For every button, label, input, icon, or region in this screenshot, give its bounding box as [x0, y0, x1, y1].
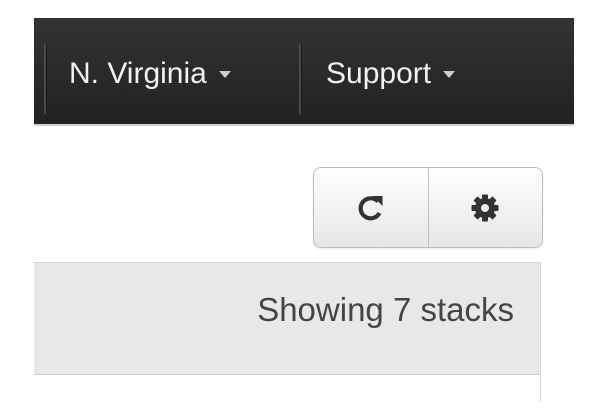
top-nav-bar: N. Virginia Support — [34, 18, 574, 126]
page: N. Virginia Support Showing 7 stacks — [0, 0, 608, 420]
chevron-down-icon — [443, 70, 456, 78]
nav-separator — [44, 44, 46, 114]
table-area — [34, 375, 541, 402]
gear-icon — [469, 192, 501, 224]
settings-button[interactable] — [427, 168, 543, 247]
support-menu[interactable]: Support — [326, 54, 456, 94]
refresh-icon — [355, 192, 387, 224]
list-header-bar: Showing 7 stacks — [34, 262, 541, 376]
nav-separator — [299, 44, 301, 114]
toolbar-button-group — [313, 167, 543, 248]
refresh-button[interactable] — [314, 168, 428, 247]
chevron-down-icon — [218, 70, 231, 78]
region-menu[interactable]: N. Virginia — [69, 54, 231, 94]
support-menu-label: Support — [326, 57, 432, 90]
stack-count-text: Showing 7 stacks — [257, 291, 514, 328]
region-menu-label: N. Virginia — [69, 57, 207, 90]
